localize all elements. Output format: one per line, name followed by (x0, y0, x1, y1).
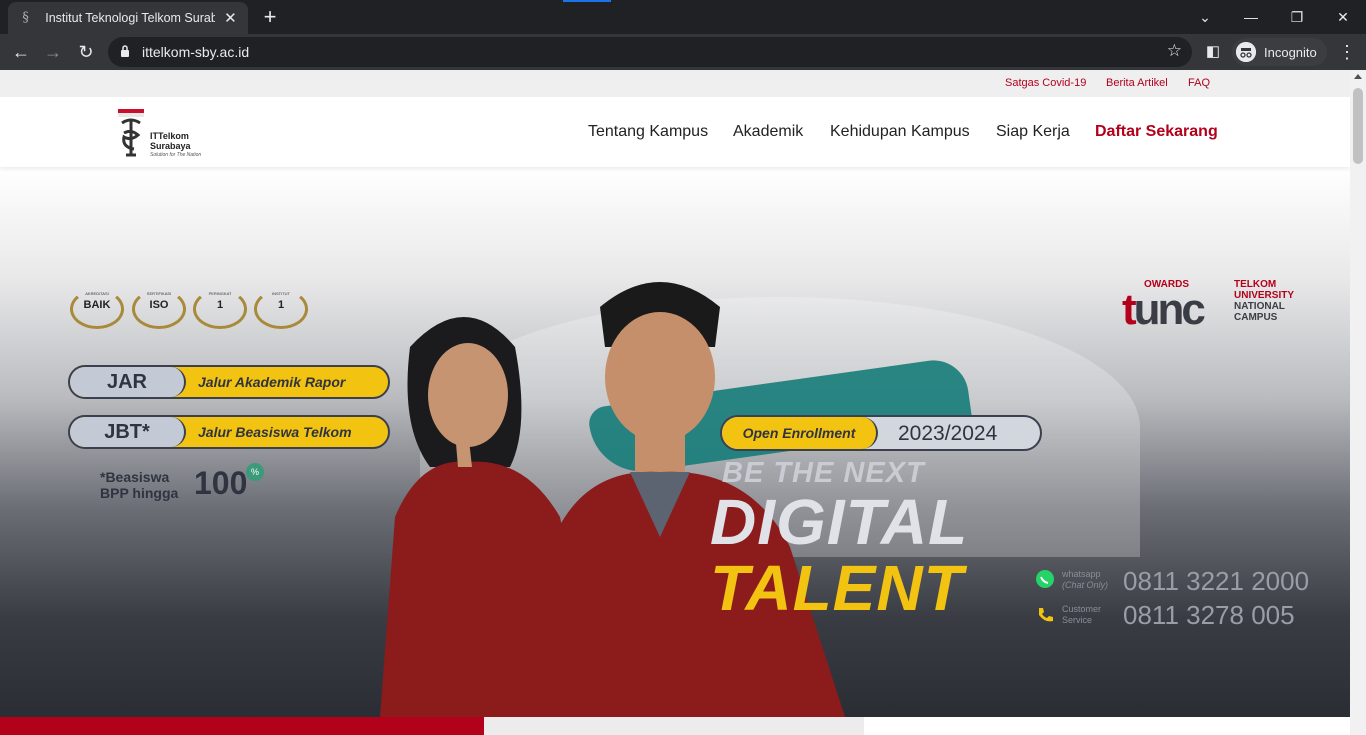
hero-banner[interactable]: AKREDITASI BAIK SERTIFIKASI ISO PERINGKA… (0, 167, 1350, 717)
side-panel-icon[interactable]: ◧ (1200, 39, 1226, 65)
phone-icon (1039, 608, 1053, 622)
nav-daftar-sekarang[interactable]: Daftar Sekarang (1095, 123, 1218, 141)
address-bar[interactable]: ittelkom-sby.ac.id ☆ (108, 37, 1192, 67)
program-pill-jar: JAR Jalur Akademik Rapor (68, 365, 390, 399)
nav-tentang-kampus[interactable]: Tentang Kampus (588, 123, 708, 141)
site-favicon-icon: § (22, 10, 29, 25)
menu-kebab-icon[interactable]: ⋮ (1334, 39, 1360, 65)
browser-toolbar: ← → ↻ ittelkom-sby.ac.id ☆ ◧ Incognito ⋮ (0, 34, 1366, 70)
slider-indicator-inactive[interactable] (484, 717, 864, 735)
tab-drop-indicator (563, 0, 611, 2)
tunc-mark: tunc (1122, 285, 1206, 334)
site-header: ITTelkom Surabaya Solution for The Natio… (0, 97, 1350, 167)
lock-icon (121, 45, 129, 57)
browser-tabstrip: § Institut Teknologi Telkom Surabaya ✕ +… (0, 0, 1366, 34)
new-tab-button[interactable]: + (258, 5, 282, 29)
percent-badge: % (246, 463, 264, 481)
tunc-text: TELKOM UNIVERSITY NATIONAL CAMPUS (1234, 279, 1295, 323)
back-button[interactable]: ← (8, 39, 34, 65)
link-berita-artikel[interactable]: Berita Artikel (1106, 77, 1168, 89)
site-logo[interactable]: ITTelkom Surabaya Solution for The Natio… (114, 109, 224, 161)
bookmark-star-icon[interactable]: ☆ (1167, 41, 1182, 61)
whatsapp-number[interactable]: 0811 3221 2000 (1123, 566, 1309, 597)
whatsapp-label: whatsapp (Chat Only) (1062, 569, 1109, 590)
incognito-label: Incognito (1264, 44, 1317, 60)
top-utility-bar: Satgas Covid-19 Berita Artikel FAQ (0, 70, 1350, 97)
ranking-badge: PERINGKAT 1 (193, 289, 247, 329)
tunc-logo: tunc OWARDS TELKOM UNIVERSITY NATIONAL C… (1122, 279, 1295, 334)
web-page: Satgas Covid-19 Berita Artikel FAQ ITTel… (0, 70, 1350, 735)
ittelkom-logo-icon (118, 109, 144, 157)
minimize-button[interactable]: — (1228, 4, 1274, 30)
incognito-indicator[interactable]: Incognito (1232, 38, 1327, 66)
slider-progress-bar (0, 717, 1350, 735)
nav-siap-kerja[interactable]: Siap Kerja (996, 123, 1070, 141)
tab-search-chevron-icon[interactable]: ⌄ (1182, 4, 1228, 30)
tab-title: Institut Teknologi Telkom Surabaya (45, 11, 215, 25)
scroll-up-arrow-icon[interactable] (1354, 74, 1362, 79)
whatsapp-icon (1036, 570, 1054, 588)
page-scrollbar[interactable] (1350, 70, 1366, 735)
customer-service-label: Customer Service (1062, 604, 1102, 625)
logo-name: ITTelkom Surabaya (150, 131, 191, 151)
incognito-icon (1236, 42, 1256, 62)
iso-badge: SERTIFIKASI ISO (132, 289, 186, 329)
tab-close-icon[interactable]: ✕ (223, 9, 238, 27)
customer-service-number[interactable]: 0811 3278 005 (1123, 600, 1295, 631)
tagline-talent: TALENT (710, 552, 964, 624)
open-enrollment-pill: Open Enrollment 2023/2024 (720, 415, 1042, 451)
tagline-digital: DIGITAL (710, 486, 969, 558)
institute-badge: INSTITUT 1 (254, 289, 308, 329)
restore-button[interactable]: ❐ (1274, 4, 1320, 30)
program-pill-jbt: JBT* Jalur Beasiswa Telkom (68, 415, 390, 449)
logo-tagline: Solution for The Nation (150, 152, 202, 158)
nav-akademik[interactable]: Akademik (733, 123, 803, 141)
reload-button[interactable]: ↻ (73, 39, 99, 65)
browser-tab[interactable]: § Institut Teknologi Telkom Surabaya ✕ (8, 2, 248, 34)
link-faq[interactable]: FAQ (1188, 77, 1210, 89)
accreditation-badge: AKREDITASI BAIK (70, 289, 124, 329)
scrollbar-thumb[interactable] (1353, 88, 1363, 164)
link-satgas-covid[interactable]: Satgas Covid-19 (1005, 77, 1086, 89)
slider-indicator-active[interactable] (0, 717, 484, 735)
close-window-button[interactable]: ✕ (1320, 4, 1366, 30)
url-text: ittelkom-sby.ac.id (142, 44, 250, 60)
scholarship-text: *Beasiswa BPP hingga (100, 469, 179, 501)
scholarship-amount: 100 (194, 465, 248, 501)
forward-button[interactable]: → (40, 39, 66, 65)
nav-kehidupan-kampus[interactable]: Kehidupan Kampus (830, 123, 970, 141)
